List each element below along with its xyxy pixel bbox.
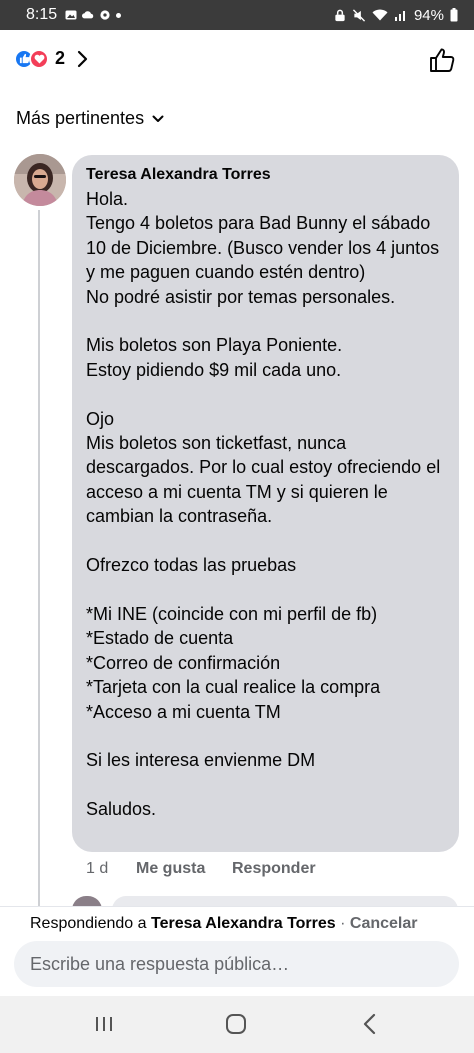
system-nav-bar [0,996,474,1053]
image-icon [65,10,77,20]
back-icon[interactable] [356,1010,384,1038]
chevron-down-icon [152,115,164,122]
sort-label: Más pertinentes [16,108,145,128]
comment-actions: 1 d Me gusta Responder [86,860,316,878]
avatar[interactable] [14,154,66,206]
reaction-count: 2 [55,48,66,68]
status-bar: 8:15 94% [0,0,474,30]
battery-icon [450,8,458,22]
reply-composer: Respondiendo a Teresa Alexandra Torres ·… [0,906,474,996]
reply-button[interactable]: Responder [232,860,316,878]
reactions-header: 2 [0,30,474,90]
dot-icon [116,12,122,18]
replying-name: Teresa Alexandra Torres [151,915,336,932]
battery-percent: 94% [413,6,444,24]
comment-time[interactable]: 1 d [86,860,136,878]
replying-to: Respondiendo a Teresa Alexandra Torres ·… [30,915,418,933]
recent-apps-icon[interactable] [90,1010,118,1038]
status-time: 8:15 [26,6,58,23]
thumbs-up-icon[interactable] [428,46,456,74]
cloud-icon [82,11,94,19]
comment-author[interactable]: Teresa Alexandra Torres [86,165,445,185]
reactions-summary[interactable]: 2 [14,48,89,69]
ball-icon [100,10,110,20]
avatar-photo [14,154,66,206]
mute-icon [352,8,366,22]
separator: · [335,915,350,932]
signal-icon [394,11,405,21]
sort-dropdown[interactable]: Más pertinentes [16,108,164,129]
replying-prefix: Respondiendo a [30,915,147,932]
cancel-reply-button[interactable]: Cancelar [350,915,418,932]
comment-text: Hola. Tengo 4 boletos para Bad Bunny el … [86,189,441,820]
notification-icons [65,10,122,20]
like-button[interactable]: Me gusta [136,860,232,878]
comment-bubble[interactable]: Teresa Alexandra Torres Hola. Tengo 4 bo… [72,155,459,852]
status-right: 94% [334,7,458,24]
lock-icon [335,9,345,21]
love-reaction-icon [29,48,49,69]
home-icon[interactable] [222,1010,250,1038]
chevron-right-icon [77,50,88,67]
reply-input[interactable] [14,941,459,987]
wifi-icon [372,9,388,21]
thread-line [38,210,40,910]
